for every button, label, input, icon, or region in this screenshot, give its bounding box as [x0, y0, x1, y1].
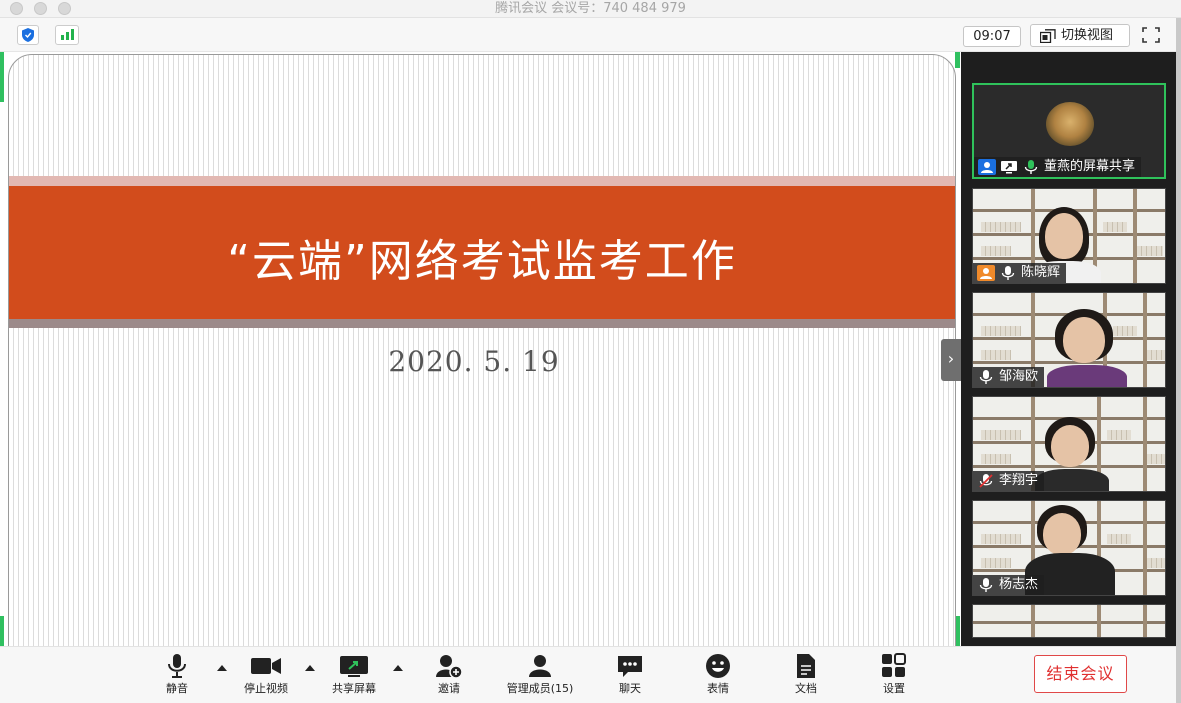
video-gallery: 董燕的屏幕共享 陈晓辉 邹海欧 李翔宇 杨志杰 [961, 52, 1176, 646]
chevron-right-icon: › [947, 349, 955, 368]
invite-label: 邀请 [438, 682, 460, 695]
mute-button[interactable]: 静音 [157, 653, 197, 699]
meeting-window: 腾讯会议 会议号：740 484 979 09:07 切换视图 “云端”网络考试… [0, 0, 1181, 703]
mic-muted-icon [979, 474, 993, 488]
participant-tile[interactable]: 杨志杰 [972, 500, 1166, 596]
network-signal-icon[interactable] [55, 25, 79, 45]
title-bar: 腾讯会议 会议号：740 484 979 [0, 0, 1181, 18]
security-shield-icon[interactable] [17, 25, 39, 45]
mic-on-icon [979, 370, 993, 384]
share-screen-icon [340, 656, 368, 677]
members-icon [529, 655, 551, 677]
fullscreen-button[interactable] [1139, 24, 1163, 47]
share-border-indicator [955, 52, 960, 68]
settings-button[interactable]: 设置 [874, 653, 914, 699]
video-background [973, 605, 1165, 637]
chat-label: 聊天 [619, 682, 641, 695]
participant-tile[interactable]: 陈晓辉 [972, 188, 1166, 284]
mute-label: 静音 [166, 682, 188, 695]
window-title: 腾讯会议 会议号：740 484 979 [495, 1, 686, 16]
participant-name: 邹海欧 [999, 369, 1039, 384]
audio-options-caret-icon[interactable] [217, 665, 227, 671]
participant-tile[interactable]: 董燕的屏幕共享 [972, 83, 1166, 179]
slide-date: 2020. 5. 19 [388, 345, 560, 378]
participant-name: 李翔宇 [999, 473, 1039, 488]
settings-label: 设置 [883, 682, 905, 695]
presentation-slide: “云端”网络考试监考工作 2020. 5. 19 [8, 54, 956, 649]
person-icon [977, 265, 995, 281]
chat-icon [618, 656, 642, 677]
participant-name: 杨志杰 [999, 577, 1039, 592]
participant-tile[interactable] [972, 604, 1166, 638]
share-screen-label: 共享屏幕 [332, 682, 376, 695]
meeting-timer: 09:07 [963, 26, 1021, 47]
fullscreen-icon [1142, 27, 1160, 43]
share-screen-button[interactable]: 共享屏幕 [323, 653, 385, 699]
switch-view-button[interactable]: 切换视图 [1030, 24, 1130, 47]
participant-name: 陈晓辉 [1021, 265, 1061, 280]
participant-tile[interactable]: 李翔宇 [972, 396, 1166, 492]
microphone-icon [168, 654, 186, 678]
meeting-toolbar: 静音 停止视频 共享屏幕 邀请 管理成员(15) 聊天 表情 文档 设置 结束会… [0, 646, 1176, 703]
avatar [1046, 102, 1094, 146]
switch-view-icon [1040, 29, 1056, 43]
participant-name-tag: 邹海欧 [973, 367, 1045, 387]
participant-name-tag: 董燕的屏幕共享 [974, 157, 1142, 177]
mic-on-icon [1001, 266, 1015, 280]
document-icon [797, 654, 815, 678]
participant-name-tag: 杨志杰 [973, 575, 1045, 595]
slide-band-bottom [9, 319, 955, 328]
share-options-caret-icon[interactable] [393, 665, 403, 671]
reactions-button[interactable]: 表情 [698, 653, 738, 699]
participant-name-tag: 李翔宇 [973, 471, 1045, 491]
participant-name: 董燕的屏幕共享 [1044, 159, 1136, 174]
video-options-caret-icon[interactable] [305, 665, 315, 671]
end-meeting-button[interactable]: 结束会议 [1034, 655, 1127, 693]
add-person-icon [436, 655, 463, 679]
participant-name-tag: 陈晓辉 [973, 263, 1067, 283]
stop-video-button[interactable]: 停止视频 [236, 653, 296, 699]
invite-button[interactable]: 邀请 [429, 653, 469, 699]
manage-members-button[interactable]: 管理成员(15) [502, 653, 578, 699]
meeting-top-bar: 09:07 切换视图 [0, 18, 1181, 52]
slide-title: “云端”网络考试监考工作 [227, 236, 737, 287]
collapse-gallery-button[interactable]: › [941, 339, 961, 381]
reactions-label: 表情 [707, 682, 729, 695]
share-border-indicator [0, 52, 4, 102]
video-camera-icon [251, 658, 281, 674]
person-icon [978, 159, 996, 175]
window-edge [1176, 18, 1181, 703]
mic-on-icon [979, 578, 993, 592]
share-border-indicator [0, 616, 4, 646]
stop-video-label: 停止视频 [244, 682, 288, 695]
manage-members-label: 管理成员(15) [506, 682, 574, 695]
switch-view-label: 切换视图 [1061, 28, 1114, 43]
docs-label: 文档 [795, 682, 817, 695]
settings-grid-icon [882, 653, 906, 677]
chat-button[interactable]: 聊天 [610, 653, 650, 699]
emoji-icon [706, 654, 730, 678]
docs-button[interactable]: 文档 [786, 653, 826, 699]
mic-on-icon [1024, 160, 1038, 174]
participant-tile[interactable]: 邹海欧 [972, 292, 1166, 388]
screen-share-icon [1001, 161, 1017, 174]
